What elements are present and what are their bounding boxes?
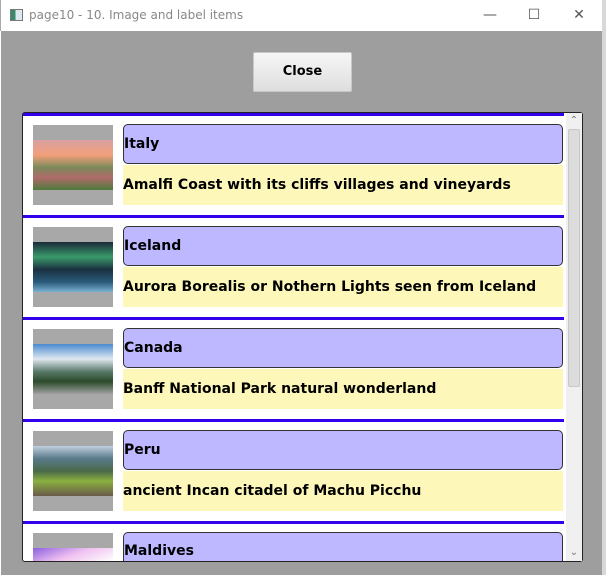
- canada-image: [33, 329, 113, 409]
- item-name: Canada: [123, 328, 563, 368]
- maximize-icon[interactable]: ☐: [519, 4, 549, 26]
- close-button[interactable]: Close: [253, 52, 352, 92]
- list-item[interactable]: Maldives: [23, 521, 564, 561]
- title-bar: page10 - 10. Image and label items — ☐ ✕: [0, 0, 602, 31]
- italy-image: [33, 125, 113, 205]
- item-list[interactable]: Italy Amalfi Coast with its cliffs villa…: [22, 112, 583, 562]
- close-window-icon[interactable]: ✕: [564, 4, 594, 26]
- list-item[interactable]: Iceland Aurora Borealis or Nothern Light…: [23, 215, 564, 317]
- item-description: Amalfi Coast with its cliffs villages an…: [123, 165, 563, 205]
- item-name: Maldives: [123, 532, 563, 561]
- item-description: ancient Incan citadel of Machu Picchu: [123, 471, 563, 511]
- window-title: page10 - 10. Image and label items: [29, 8, 244, 22]
- scrollbar-thumb[interactable]: [568, 129, 580, 387]
- item-description: Aurora Borealis or Nothern Lights seen f…: [123, 267, 563, 307]
- scroll-down-icon[interactable]: ⌄: [566, 545, 582, 561]
- vertical-scrollbar[interactable]: ⌃ ⌄: [566, 113, 582, 561]
- iceland-image: [33, 227, 113, 307]
- list-item[interactable]: Italy Amalfi Coast with its cliffs villa…: [23, 113, 564, 215]
- client-area: Close Italy Amalfi Coast with its cliffs…: [1, 31, 602, 575]
- item-description: Banff National Park natural wonderland: [123, 369, 563, 409]
- item-name: Peru: [123, 430, 563, 470]
- list-item[interactable]: Canada Banff National Park natural wonde…: [23, 317, 564, 419]
- minimize-icon[interactable]: —: [475, 4, 505, 26]
- scroll-up-icon[interactable]: ⌃: [566, 113, 582, 129]
- item-name: Italy: [123, 124, 563, 164]
- app-icon: [10, 9, 23, 21]
- peru-image: [33, 431, 113, 511]
- background-window: [602, 0, 606, 575]
- maldives-image: [33, 533, 113, 561]
- item-name: Iceland: [123, 226, 563, 266]
- list-item[interactable]: Peru ancient Incan citadel of Machu Picc…: [23, 419, 564, 521]
